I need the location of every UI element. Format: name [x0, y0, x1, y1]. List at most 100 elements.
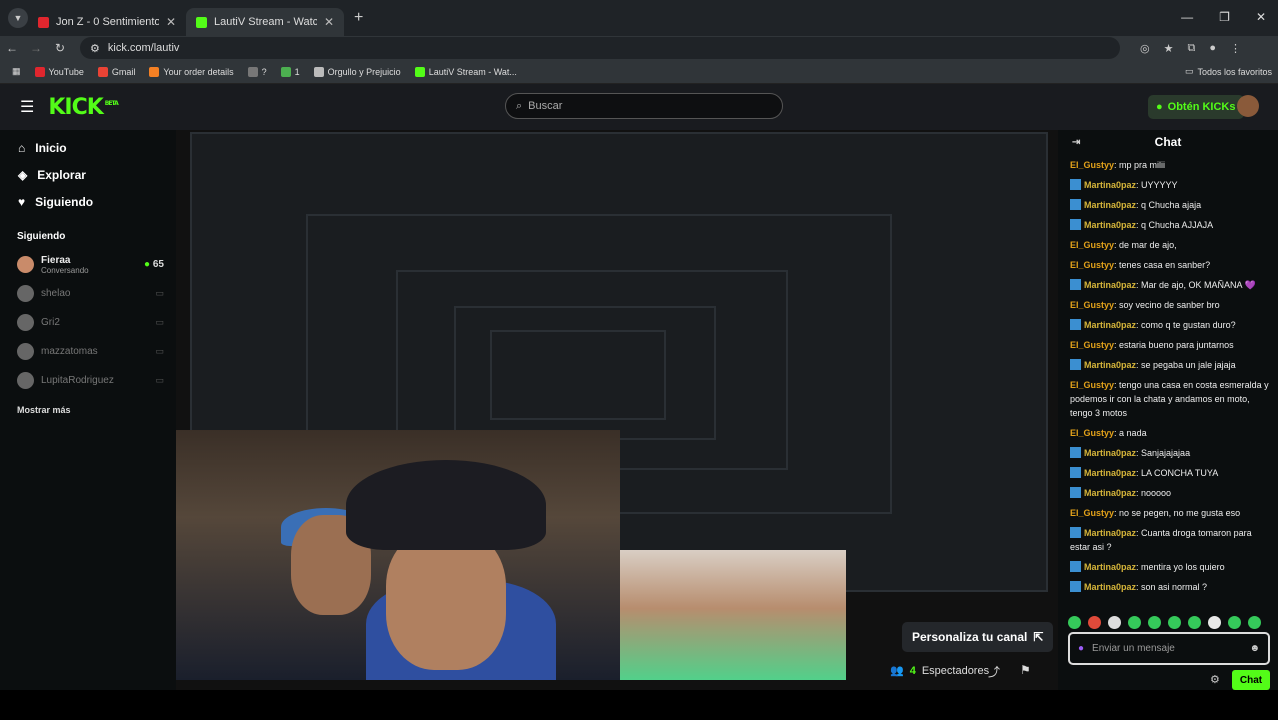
- emoji-icon[interactable]: ☻: [1249, 643, 1260, 654]
- all-bookmarks[interactable]: ▭ Todos los favoritos: [1185, 66, 1272, 77]
- menu-icon[interactable]: ⋮: [1230, 42, 1241, 55]
- profile-icon[interactable]: ●: [1209, 42, 1216, 55]
- site-info-icon[interactable]: ⚙: [90, 42, 100, 55]
- chat-username[interactable]: Martina0paz: [1084, 528, 1136, 538]
- forward-icon[interactable]: →: [24, 41, 48, 55]
- chat-username[interactable]: Martina0paz: [1084, 562, 1136, 572]
- browser-tab[interactable]: Jon Z - 0 Sentimientos (Remix ✕: [28, 8, 186, 36]
- bookmark-item[interactable]: Orgullo y Prejuicio: [313, 66, 401, 77]
- chat-username[interactable]: El_Gustyy: [1070, 240, 1114, 250]
- emote-icon[interactable]: [1128, 616, 1141, 629]
- search-input[interactable]: ⌕ Buscar: [505, 93, 783, 119]
- extensions-icon[interactable]: ⧉: [1187, 42, 1195, 55]
- chat-text: q Chucha AJJAJA: [1141, 220, 1214, 230]
- sidebar-item-label: Explorar: [37, 167, 86, 182]
- collapse-chat-icon[interactable]: ⇥: [1072, 137, 1080, 148]
- stream-player[interactable]: [176, 130, 1058, 690]
- chat-username[interactable]: El_Gustyy: [1070, 380, 1114, 390]
- chat-username[interactable]: Martina0paz: [1084, 582, 1136, 592]
- back-icon[interactable]: ←: [0, 41, 24, 55]
- followed-channel[interactable]: shelao ▭: [0, 279, 176, 308]
- logo-badge: BETA: [104, 100, 119, 108]
- chat-username[interactable]: Martina0paz: [1084, 448, 1136, 458]
- close-tab-icon[interactable]: ✕: [166, 15, 176, 29]
- followed-channel[interactable]: Gri2 ▭: [0, 308, 176, 337]
- url-field[interactable]: ⚙ kick.com/lautiv: [80, 37, 1120, 59]
- subscriber-badge-icon: [1070, 199, 1081, 210]
- bookmark-item[interactable]: 1: [280, 66, 300, 77]
- clip-icon[interactable]: ⚑: [1020, 663, 1031, 677]
- bookmark-item[interactable]: YouTube: [34, 66, 84, 77]
- mic-icon[interactable]: ●: [1078, 643, 1084, 654]
- chat-username[interactable]: El_Gustyy: [1070, 508, 1114, 518]
- emote-icon[interactable]: [1228, 616, 1241, 629]
- minimize-icon[interactable]: —: [1181, 10, 1193, 24]
- sidebar-item-inicio[interactable]: ⌂ Inicio: [18, 134, 176, 161]
- hamburger-menu-icon[interactable]: ☰: [20, 97, 34, 117]
- chat-text: son asi normal ?: [1141, 582, 1208, 592]
- followed-channel[interactable]: mazzatomas ▭: [0, 337, 176, 366]
- avatar: [17, 372, 34, 389]
- emote-icon[interactable]: [1088, 616, 1101, 629]
- close-tab-icon[interactable]: ✕: [324, 15, 334, 29]
- emote-icon[interactable]: [1208, 616, 1221, 629]
- followed-channel[interactable]: Fieraa Conversando ● 65: [0, 250, 176, 279]
- tab-search-icon[interactable]: ▼: [8, 8, 28, 28]
- followed-channel[interactable]: LupitaRodriguez ▭: [0, 366, 176, 395]
- eye-off-icon[interactable]: ◎: [1140, 42, 1150, 55]
- address-toolbar: ← → ↻ ⚙ kick.com/lautiv ◎ ★ ⧉ ● ⋮: [0, 36, 1278, 60]
- chat-username[interactable]: El_Gustyy: [1070, 160, 1114, 170]
- chat-username[interactable]: El_Gustyy: [1070, 340, 1114, 350]
- bookmark-favicon-icon: [34, 66, 45, 77]
- emote-icon[interactable]: [1188, 616, 1201, 629]
- apps-icon[interactable]: ▦: [12, 66, 21, 77]
- bookmark-item[interactable]: LautiV Stream - Wat...: [414, 66, 517, 77]
- maximize-icon[interactable]: ❐: [1219, 10, 1230, 24]
- emote-icon[interactable]: [1168, 616, 1181, 629]
- bookmark-item[interactable]: Gmail: [97, 66, 135, 77]
- sidebar-item-siguiendo[interactable]: ♥ Siguiendo: [18, 188, 176, 215]
- emote-icon[interactable]: [1148, 616, 1161, 629]
- chat-message: El_Gustyy: de mar de ajo,: [1070, 238, 1270, 252]
- chat-username[interactable]: Martina0paz: [1084, 280, 1136, 290]
- bookmark-item[interactable]: Your order details: [149, 66, 234, 77]
- share-icon[interactable]: ⤴: [988, 663, 1000, 680]
- personalize-channel-button[interactable]: Personaliza tu canal ⇱: [902, 622, 1054, 652]
- channel-info: Fieraa Conversando: [41, 255, 144, 275]
- following-heading: Siguiendo: [17, 231, 66, 242]
- chat-message-input[interactable]: ● Enviar un mensaje ☻: [1068, 632, 1270, 665]
- emote-icon[interactable]: [1068, 616, 1081, 629]
- chat-message: Martina0paz: Cuanta droga tomaron para e…: [1070, 526, 1270, 554]
- chat-username[interactable]: Martina0paz: [1084, 220, 1136, 230]
- chat-message: Martina0paz: Mar de ajo, OK MAÑANA 💜: [1070, 278, 1270, 292]
- chat-username[interactable]: El_Gustyy: [1070, 428, 1114, 438]
- new-tab-button[interactable]: +: [354, 9, 363, 27]
- chat-send-button[interactable]: Chat: [1232, 670, 1270, 690]
- bookmark-label: Your order details: [163, 66, 234, 77]
- close-window-icon[interactable]: ✕: [1256, 10, 1266, 24]
- reload-icon[interactable]: ↻: [48, 41, 72, 55]
- chat-username[interactable]: El_Gustyy: [1070, 260, 1114, 270]
- sidebar-item-explorar[interactable]: ◈ Explorar: [18, 161, 176, 188]
- channel-name: LupitaRodriguez: [41, 375, 114, 386]
- chat-username[interactable]: Martina0paz: [1084, 468, 1136, 478]
- chat-username[interactable]: Martina0paz: [1084, 320, 1136, 330]
- chat-message: El_Gustyy: tenes casa en sanber?: [1070, 258, 1270, 272]
- show-more-link[interactable]: Mostrar más: [17, 405, 176, 415]
- star-icon[interactable]: ★: [1164, 42, 1174, 55]
- chat-username[interactable]: El_Gustyy: [1070, 300, 1114, 310]
- bookmark-item[interactable]: ?: [247, 66, 267, 77]
- tab-title: Jon Z - 0 Sentimientos (Remix: [56, 16, 159, 28]
- kick-logo[interactable]: KICK BETA: [48, 95, 119, 120]
- chat-settings-icon[interactable]: ⚙: [1210, 673, 1220, 686]
- browser-tab[interactable]: LautiV Stream - Watch Live on ✕: [186, 8, 344, 36]
- channel-category: Conversando: [41, 265, 89, 275]
- get-kicks-button[interactable]: ● Obtén KICKs: [1148, 95, 1244, 119]
- chat-username[interactable]: Martina0paz: [1084, 180, 1136, 190]
- user-avatar[interactable]: [1237, 95, 1259, 117]
- emote-icon[interactable]: [1108, 616, 1121, 629]
- chat-username[interactable]: Martina0paz: [1084, 488, 1136, 498]
- chat-username[interactable]: Martina0paz: [1084, 360, 1136, 370]
- chat-username[interactable]: Martina0paz: [1084, 200, 1136, 210]
- emote-icon[interactable]: [1248, 616, 1261, 629]
